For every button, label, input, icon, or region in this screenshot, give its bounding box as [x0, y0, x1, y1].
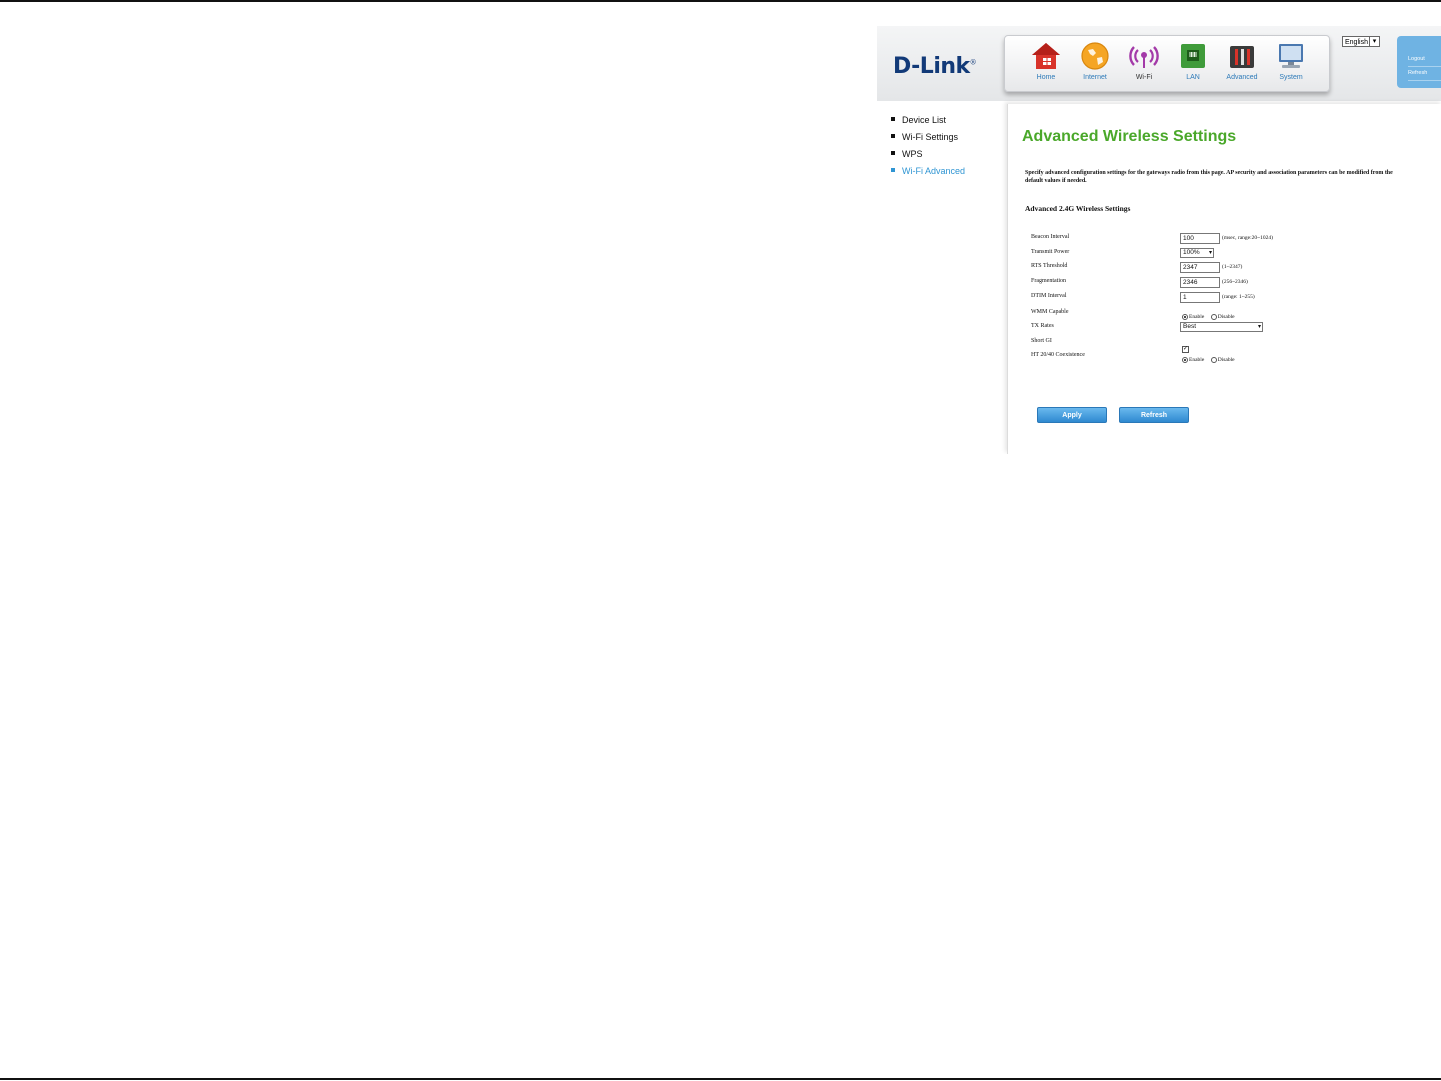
nav-system[interactable]: System	[1268, 39, 1314, 89]
page-top-rule	[0, 0, 1441, 2]
tx-rates-select[interactable]: Best ▾	[1180, 322, 1263, 332]
select-value: 100%	[1183, 249, 1200, 256]
field-label: Short GI	[1031, 338, 1052, 344]
ht-enable-radio[interactable]	[1182, 356, 1188, 363]
radio-label: Disable	[1217, 356, 1235, 363]
nav-label: LAN	[1186, 74, 1200, 81]
transmit-power-select[interactable]: 100% ▾	[1180, 248, 1214, 258]
nav-label: Home	[1036, 74, 1056, 81]
language-select[interactable]: English ▾	[1342, 36, 1380, 47]
beacon-interval-row: Beacon Interval 100 (msec, range:20~1024)	[1031, 233, 1431, 245]
wmm-enable-radio[interactable]	[1182, 313, 1188, 320]
refresh-button[interactable]: Refresh	[1119, 407, 1189, 423]
field-hint: (range: 1~255)	[1222, 294, 1255, 300]
field-label: HT 20/40 Coexistence	[1031, 352, 1085, 358]
sidebar-item-label: WPS	[902, 149, 923, 159]
language-value: English	[1345, 39, 1368, 46]
divider	[1408, 80, 1441, 81]
divider	[1408, 66, 1441, 67]
nav-label: Internet	[1083, 74, 1107, 81]
rts-threshold-input[interactable]: 2347	[1180, 262, 1220, 273]
refresh-link[interactable]: Refresh	[1408, 70, 1427, 76]
dtim-interval-row: DTIM Interval 1 (range: 1~255)	[1031, 292, 1431, 304]
section-title: Advanced 2.4G Wireless Settings	[1025, 204, 1131, 213]
wmm-disable-radio[interactable]	[1210, 313, 1217, 320]
ht-disable-radio[interactable]	[1210, 356, 1217, 363]
field-hint: (1~2347)	[1222, 264, 1243, 270]
transmit-power-row: Transmit Power 100% ▾	[1031, 248, 1431, 260]
nav-lan[interactable]: LAN	[1170, 39, 1216, 89]
field-label: RTS Threshold	[1031, 263, 1068, 269]
bullet-icon	[891, 134, 895, 138]
nav-wifi[interactable]: Wi-Fi	[1121, 39, 1167, 89]
globe-icon	[1081, 42, 1109, 70]
chevron-down-icon: ▾	[1208, 250, 1212, 256]
nav-internet[interactable]: Internet	[1072, 39, 1118, 89]
tx-rates-row: TX Rates Best ▾	[1031, 322, 1431, 334]
dtim-interval-input[interactable]: 1	[1180, 292, 1220, 303]
field-label: Transmit Power	[1031, 249, 1070, 255]
bullet-icon	[891, 168, 895, 172]
nav-advanced[interactable]: Advanced	[1219, 39, 1265, 89]
field-label: Fragmentation	[1031, 278, 1066, 284]
radio-label: Disable	[1217, 313, 1235, 320]
apply-button[interactable]: Apply	[1037, 407, 1107, 423]
main-nav: Home Internet Wi-Fi LAN Advanced System	[1004, 35, 1330, 92]
radio-label: Enable	[1189, 313, 1205, 320]
field-hint: (256~2346)	[1222, 279, 1248, 285]
ht-coexistence-row: HT 20/40 Coexistence Enable Disable	[1031, 351, 1431, 363]
sidebar-item-wps[interactable]: WPS	[891, 149, 923, 159]
nav-home[interactable]: Home	[1023, 39, 1069, 89]
dlink-logo: D-Link®	[893, 54, 977, 79]
chevron-down-icon: ▾	[1369, 37, 1379, 46]
beacon-interval-input[interactable]: 100	[1180, 233, 1220, 244]
home-icon	[1032, 43, 1060, 69]
wifi-icon	[1129, 46, 1159, 68]
select-value: Best	[1183, 323, 1197, 330]
field-label: Beacon Interval	[1031, 234, 1070, 240]
field-hint: (msec, range:20~1024)	[1222, 235, 1273, 241]
bullet-icon	[891, 117, 895, 121]
sidebar-item-label: Device List	[902, 115, 947, 125]
sidebar-item-label: Wi-Fi Advanced	[902, 166, 966, 176]
nav-label: System	[1279, 74, 1303, 81]
wmm-capable-row: WMM Capable Enable Disable	[1031, 308, 1431, 320]
rts-threshold-row: RTS Threshold 2347 (1~2347)	[1031, 262, 1431, 274]
field-label: WMM Capable	[1031, 309, 1069, 315]
account-panel: Logout Refresh	[1397, 36, 1441, 88]
logout-link[interactable]: Logout	[1408, 56, 1425, 62]
page-description: Specify advanced configuration settings …	[1025, 170, 1393, 184]
fragmentation-row: Fragmentation 2346 (256~2346)	[1031, 277, 1431, 289]
router-web-ui: D-Link® Home Internet Wi-Fi LAN Advanced…	[877, 26, 1441, 454]
short-gi-row: Short GI ✓	[1031, 337, 1431, 353]
tools-icon	[1230, 46, 1254, 68]
field-label: TX Rates	[1031, 323, 1054, 329]
page-bottom-rule	[0, 1078, 1441, 1080]
sidebar-item-wifi-advanced[interactable]: Wi-Fi Advanced	[891, 166, 965, 176]
nav-label: Wi-Fi	[1135, 74, 1153, 81]
sidebar-item-label: Wi-Fi Settings	[902, 132, 959, 142]
sidebar-item-wifi-settings[interactable]: Wi-Fi Settings	[891, 132, 958, 142]
monitor-icon	[1279, 44, 1303, 68]
bullet-icon	[891, 151, 895, 155]
field-label: DTIM Interval	[1031, 293, 1067, 299]
nav-label: Advanced	[1226, 74, 1258, 81]
fragmentation-input[interactable]: 2346	[1180, 277, 1220, 288]
radio-label: Enable	[1189, 356, 1205, 363]
lan-icon	[1181, 44, 1205, 68]
sidebar-item-device-list[interactable]: Device List	[891, 115, 946, 125]
chevron-down-icon: ▾	[1257, 324, 1261, 330]
page-title: Advanced Wireless Settings	[1022, 128, 1237, 145]
